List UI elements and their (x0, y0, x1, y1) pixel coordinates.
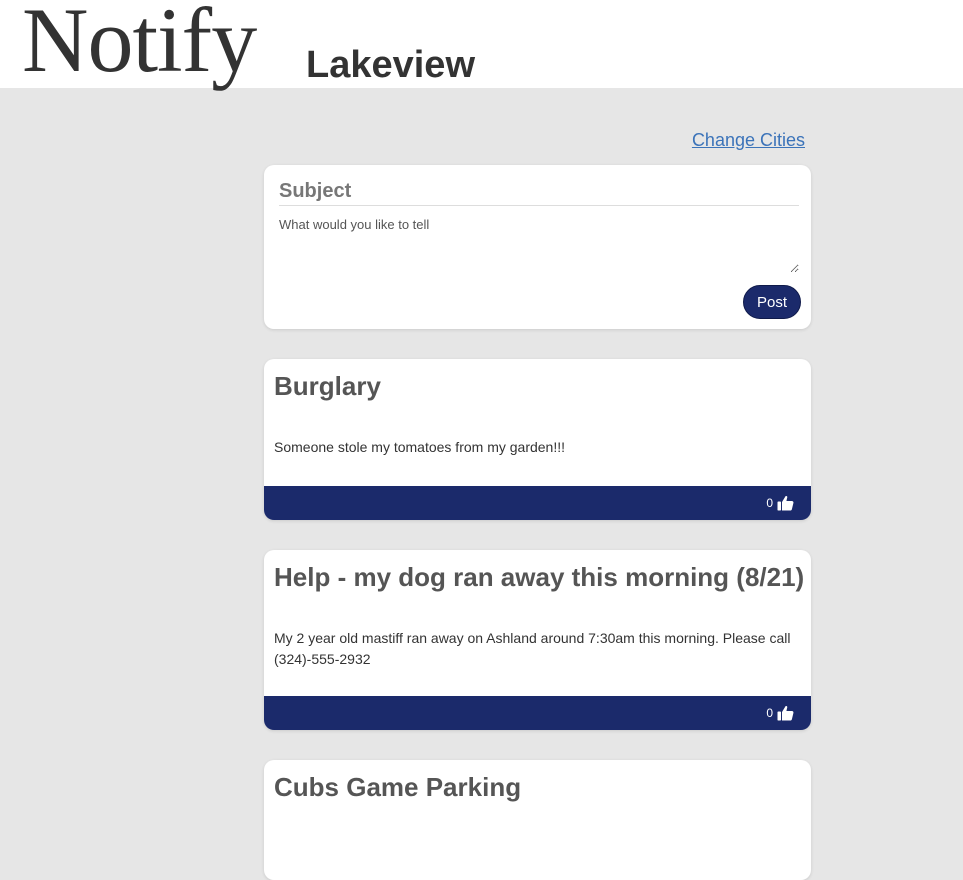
compose-card: Post (264, 165, 811, 329)
app-logo: Notify (22, 0, 257, 91)
post-body: My 2 year old mastiff ran away on Ashlan… (274, 630, 791, 667)
subject-input[interactable] (279, 177, 799, 206)
post-title: Cubs Game Parking (274, 772, 522, 802)
change-cities-link[interactable]: Change Cities (692, 130, 805, 151)
post-title: Help - my dog ran away this morning (8/2… (274, 562, 805, 592)
post-card: Cubs Game Parking (264, 760, 811, 880)
message-textarea[interactable] (279, 217, 799, 273)
like-count: 0 (766, 496, 773, 510)
post-footer: 0 (264, 486, 811, 520)
thumbs-up-icon[interactable] (777, 705, 794, 721)
like-count: 0 (766, 706, 773, 720)
thumbs-up-icon[interactable] (777, 495, 794, 511)
site-header: Notify Lakeview (0, 0, 963, 88)
post-body: Someone stole my tomatoes from my garden… (274, 439, 566, 455)
current-city: Lakeview (306, 44, 475, 86)
post-title: Burglary (274, 371, 381, 401)
post-card: Burglary Someone stole my tomatoes from … (264, 359, 811, 520)
post-button[interactable]: Post (743, 285, 801, 319)
post-footer: 0 (264, 696, 811, 730)
post-card: Help - my dog ran away this morning (8/2… (264, 550, 811, 730)
